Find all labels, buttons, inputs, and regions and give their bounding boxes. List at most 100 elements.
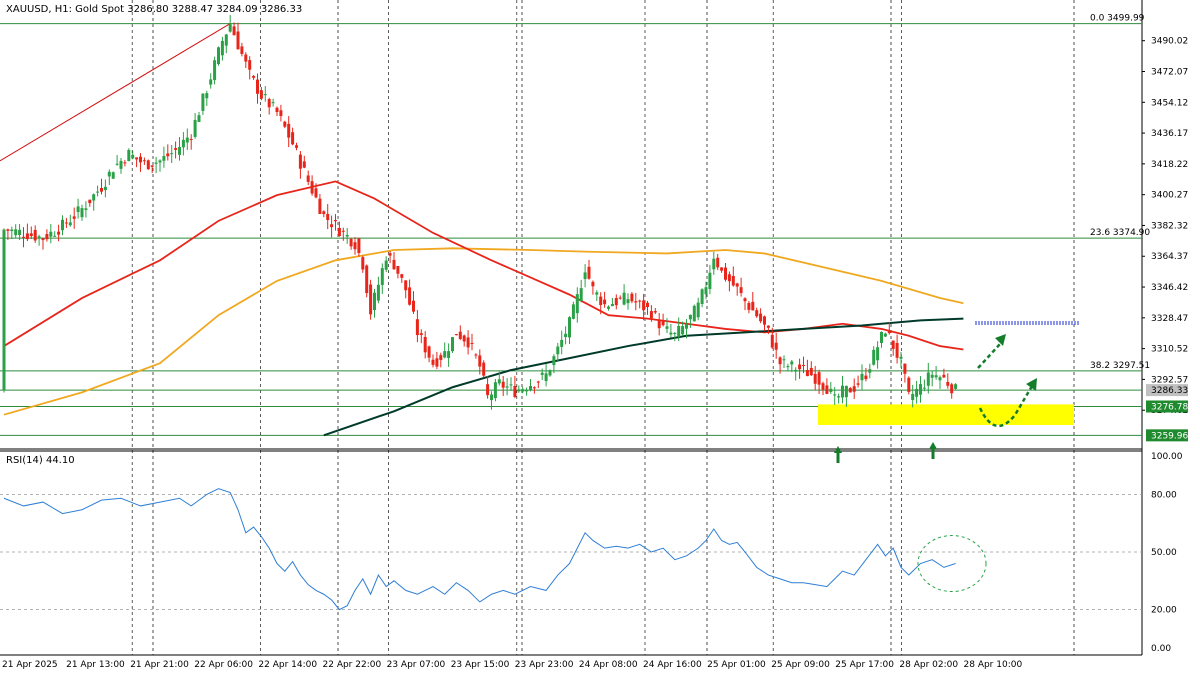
candle-body: [248, 60, 252, 70]
candle-body: [213, 60, 217, 81]
candle-body: [252, 75, 256, 78]
candle-body: [583, 272, 587, 280]
candle-body: [490, 394, 493, 401]
candle-body: [864, 375, 868, 380]
time-tick-label: 25 Apr 09:00: [771, 660, 830, 670]
candle-body: [158, 160, 162, 163]
candle-body: [205, 93, 209, 99]
candle-body: [49, 231, 53, 237]
candle-body: [127, 149, 131, 162]
time-tick-label: 23 Apr 15:00: [451, 660, 510, 670]
candle-body: [240, 46, 244, 54]
candle-body: [630, 293, 634, 302]
candle-body: [388, 253, 392, 256]
candle-body: [439, 355, 443, 360]
candle-body: [895, 342, 899, 358]
candle-body: [119, 160, 123, 169]
candle-body: [642, 300, 646, 311]
candle-body: [419, 333, 423, 336]
candle-body: [837, 396, 841, 398]
candle-body: [291, 132, 295, 145]
candle-body: [318, 198, 322, 214]
candle-body: [571, 304, 575, 319]
candle-body: [166, 153, 170, 157]
candle-body: [911, 393, 915, 400]
support-price-tag: 3276.78: [1151, 402, 1188, 412]
candle-body: [954, 384, 958, 389]
candle-body: [217, 47, 220, 65]
candle-body: [193, 120, 197, 137]
candle-body: [560, 339, 564, 347]
candle-body: [786, 366, 790, 368]
candle-body: [41, 238, 45, 241]
candle-body: [790, 361, 794, 365]
candle-body: [466, 337, 470, 348]
candle-body: [876, 347, 880, 361]
rsi-tick-label: 20.00: [1151, 606, 1177, 616]
candle-body: [443, 351, 447, 358]
time-tick-label: 22 Apr 14:00: [258, 660, 317, 670]
time-tick-label: 21 Apr 21:00: [130, 660, 189, 670]
candle-body: [189, 139, 193, 141]
candle-body: [805, 369, 809, 377]
candle-body: [556, 346, 560, 355]
time-tick-label: 23 Apr 23:00: [515, 660, 574, 670]
candle-body: [727, 274, 731, 282]
candle-body: [708, 272, 712, 289]
rsi-tick-label: 50.00: [1151, 548, 1177, 558]
candle-body: [766, 325, 770, 328]
candle-body: [314, 188, 318, 198]
time-tick-label: 23 Apr 07:00: [387, 660, 446, 670]
candle-body: [25, 233, 29, 240]
candle-body: [899, 356, 903, 359]
candle-body: [536, 381, 540, 383]
candle-body: [431, 359, 435, 365]
candle-body: [302, 161, 306, 168]
candle-body: [279, 110, 283, 117]
candle-body: [856, 383, 860, 385]
candle-body: [181, 139, 185, 148]
candle-body: [568, 317, 571, 338]
candle-body: [700, 289, 704, 304]
candle-body: [244, 54, 248, 62]
candle-body: [458, 331, 462, 339]
candle-body: [470, 342, 474, 344]
candle-body: [178, 147, 181, 155]
candle-body: [474, 354, 478, 356]
candle-body: [544, 373, 548, 382]
candle-body: [271, 102, 275, 104]
candle-body: [384, 260, 388, 270]
candle-body: [626, 299, 630, 304]
candle-body: [37, 236, 41, 238]
candle-body: [712, 258, 716, 270]
candle-body: [482, 362, 486, 376]
candle-body: [337, 227, 341, 237]
candle-body: [349, 238, 353, 247]
rsi-tick-label: 0.00: [1151, 644, 1171, 654]
candle-body: [369, 284, 373, 315]
candle-body: [595, 292, 599, 295]
candle-body: [197, 115, 201, 122]
candle-body: [607, 306, 610, 309]
price-tick-label: 3328.47: [1151, 314, 1188, 324]
candle-body: [45, 234, 49, 240]
candle-body: [306, 175, 310, 182]
candle-body: [392, 259, 396, 270]
candle-body: [844, 385, 848, 398]
candle-body: [115, 163, 119, 165]
candle-body: [131, 154, 135, 159]
candle-body: [548, 370, 552, 376]
candle-body: [486, 384, 490, 396]
candle-body: [688, 314, 692, 320]
candle-body: [170, 153, 174, 155]
candle-body: [330, 224, 334, 228]
candle-body: [755, 310, 759, 317]
candle-body: [942, 374, 946, 378]
candle-body: [661, 320, 665, 326]
time-tick-label: 25 Apr 17:00: [835, 660, 894, 670]
candle-body: [763, 316, 766, 325]
price-tick-label: 3292.57: [1151, 375, 1188, 385]
candle-body: [57, 231, 61, 235]
candle-body: [72, 216, 76, 219]
candle-body: [404, 280, 408, 291]
